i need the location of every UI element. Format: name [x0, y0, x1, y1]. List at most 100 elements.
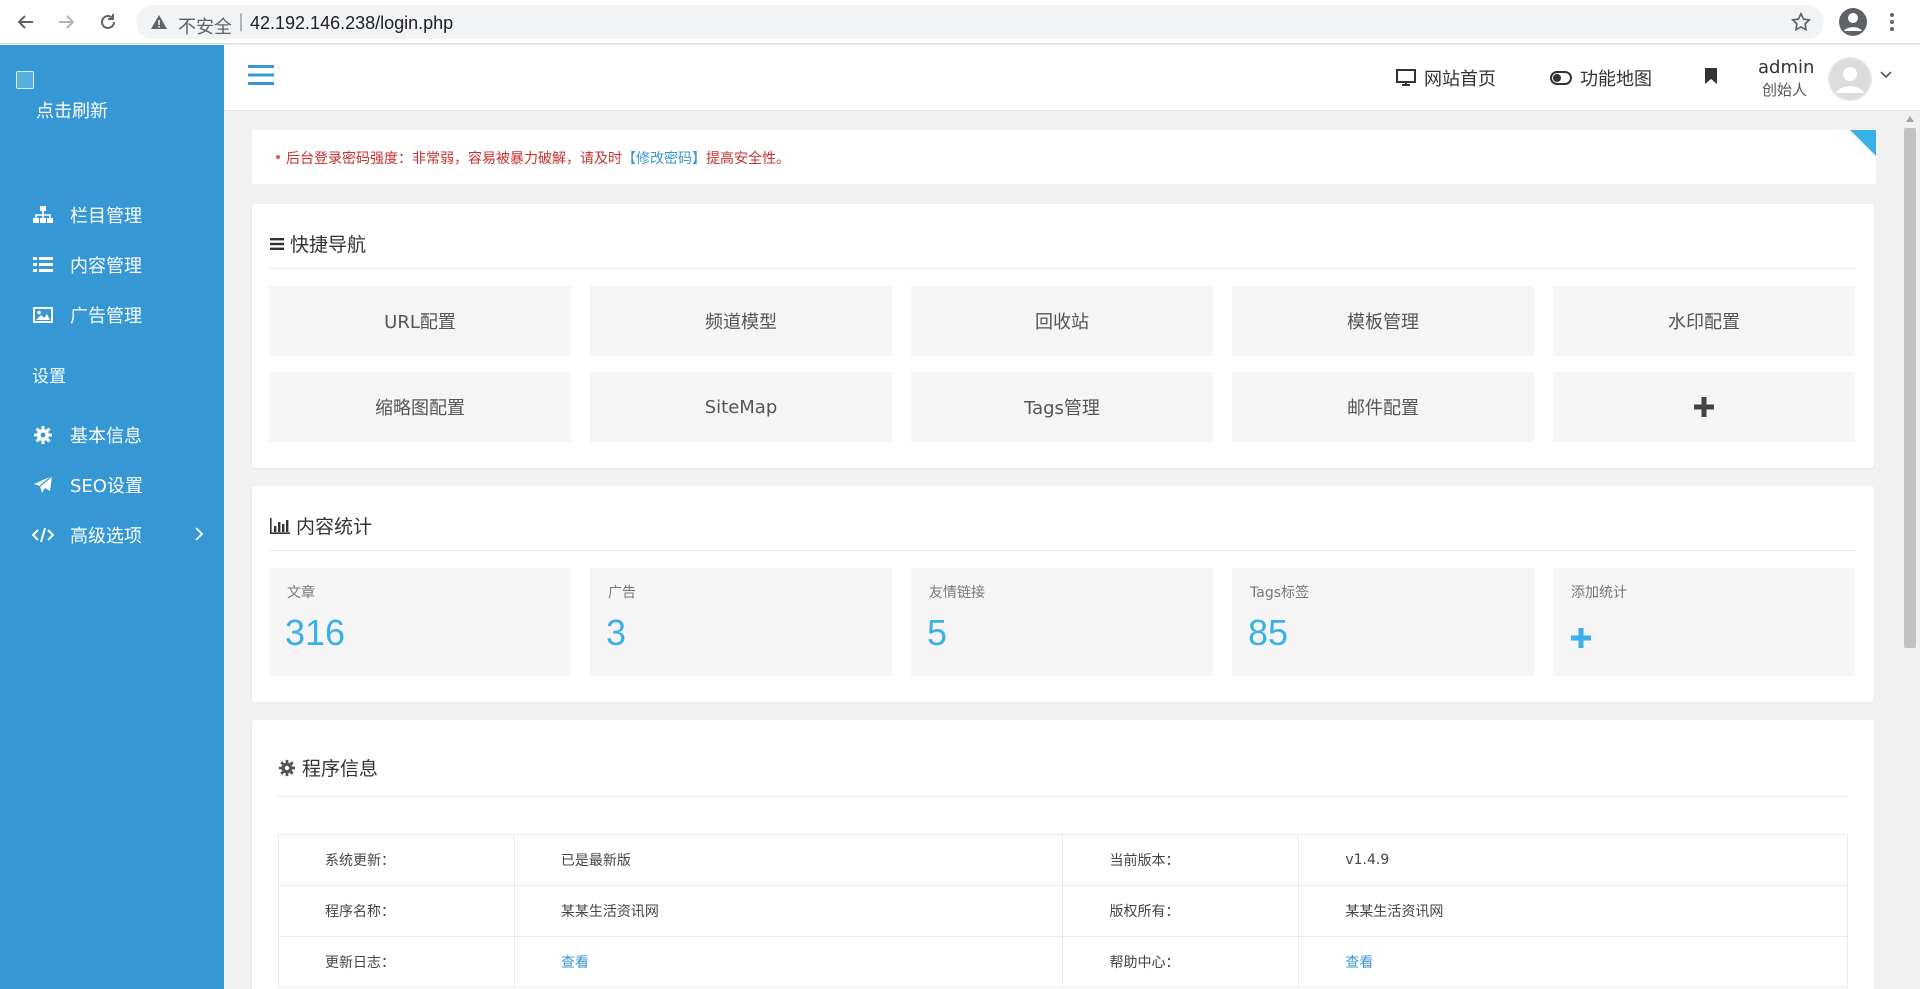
scroll-up-arrow-icon[interactable] — [1906, 116, 1914, 122]
gear-icon — [32, 424, 54, 446]
info-key: 程序名称： — [278, 885, 515, 937]
feature-map-link[interactable]: 功能地图 — [1550, 65, 1652, 91]
user-role: 创始人 — [1762, 81, 1808, 99]
quick-nav-tile[interactable]: 回收站 — [911, 286, 1213, 356]
insecure-label: 不安全 — [178, 17, 232, 37]
sidebar-item-content[interactable]: 内容管理 — [0, 243, 224, 287]
stat-value: 316 — [285, 612, 346, 653]
alert-prefix: 后台登录密码强度：非常弱，容易被暴力破解，请及时 — [286, 151, 622, 167]
code-icon — [32, 524, 54, 546]
stat-label: 添加统计 — [1571, 585, 1627, 601]
url-text[interactable]: 42.192.146.238/login.php — [250, 13, 453, 34]
user-avatar-icon — [1828, 57, 1872, 101]
sidebar-item-advanced[interactable]: 高级选项 — [0, 513, 224, 557]
more-menu-icon[interactable] — [1880, 10, 1904, 34]
forward-button[interactable] — [52, 8, 80, 36]
sidebar-item-ads[interactable]: 广告管理 — [0, 293, 224, 337]
info-value-cell: 查看 — [1298, 936, 1848, 988]
reload-icon — [101, 14, 115, 29]
quick-nav-tile[interactable]: 模板管理 — [1232, 286, 1534, 356]
alert-corner-badge — [1850, 130, 1876, 156]
alert-message: 后台登录密码强度：非常弱，容易被暴力破解，请及时【修改密码】提高安全性。 — [286, 148, 790, 168]
site-home-label: 网站首页 — [1424, 69, 1496, 90]
sidebar-item-seo[interactable]: SEO设置 — [0, 463, 224, 507]
main-content: 后台登录密码强度：非常弱，容易被暴力破解，请及时【修改密码】提高安全性。 快捷导… — [224, 112, 1896, 989]
program-info-table: 系统更新： 已是最新版 当前版本： v1.4.9 程序名称： 某某生活资讯网 版… — [278, 834, 1848, 988]
change-password-link[interactable]: 【修改密码】 — [622, 151, 706, 167]
toggle-icon — [1550, 71, 1572, 85]
alert-suffix: 提高安全性。 — [706, 151, 790, 167]
divider — [270, 550, 1856, 551]
quick-nav-tile[interactable]: URL配置 — [269, 286, 571, 356]
quick-nav-card: 快捷导航 URL配置 频道模型 回收站 模板管理 水印配置 缩略图配置 Site… — [252, 204, 1874, 468]
stat-label: 文章 — [287, 585, 315, 601]
logo-image[interactable] — [16, 71, 34, 89]
sidebar-section-settings: 设置 — [32, 367, 66, 387]
sidebar-item-label: 广告管理 — [70, 306, 142, 327]
stat-card-articles[interactable]: 文章 316 — [269, 568, 571, 676]
info-value: 已是最新版 — [513, 834, 1064, 886]
address-bar[interactable]: 不安全 | 42.192.146.238/login.php — [136, 5, 1824, 39]
stat-card-tags[interactable]: Tags标签 85 — [1232, 568, 1534, 676]
sidebar-item-category[interactable]: 栏目管理 — [0, 193, 224, 237]
info-value: v1.4.9 — [1298, 834, 1848, 886]
arrow-left-icon — [17, 15, 33, 29]
info-key: 当前版本： — [1062, 834, 1300, 886]
scrollbar-thumb[interactable] — [1904, 128, 1916, 648]
divider — [270, 268, 1856, 269]
logo-refresh-text[interactable]: 点击刷新 — [36, 97, 108, 123]
help-center-link[interactable]: 查看 — [1345, 955, 1373, 971]
program-info-title-text: 程序信息 — [302, 758, 379, 780]
stat-card-ads[interactable]: 广告 3 — [590, 568, 892, 676]
chevron-right-icon — [195, 527, 204, 541]
sidebar-item-label: 基本信息 — [70, 426, 142, 447]
back-button[interactable] — [12, 8, 40, 36]
sidebar-item-label: SEO设置 — [70, 476, 143, 497]
list-icon — [32, 254, 54, 276]
divider — [278, 796, 1848, 797]
add-quick-nav-button[interactable] — [1553, 372, 1855, 442]
plus-icon — [1571, 628, 1591, 648]
reload-button[interactable] — [94, 8, 122, 36]
sidebar-item-basic-info[interactable]: 基本信息 — [0, 413, 224, 457]
site-home-link[interactable]: 网站首页 — [1396, 65, 1496, 91]
user-name[interactable]: admin — [1758, 57, 1814, 78]
bars-icon — [270, 237, 284, 250]
quick-nav-tile[interactable]: 频道模型 — [590, 286, 892, 356]
browser-toolbar: 不安全 | 42.192.146.238/login.php — [0, 0, 1920, 44]
quick-nav-tile[interactable]: 邮件配置 — [1232, 372, 1534, 442]
quick-nav-tile[interactable]: 缩略图配置 — [269, 372, 571, 442]
monitor-icon — [1396, 69, 1416, 86]
sidebar-item-label: 高级选项 — [70, 526, 142, 547]
changelog-link[interactable]: 查看 — [561, 955, 589, 971]
add-stat-button[interactable]: 添加统计 — [1553, 568, 1855, 676]
avatar[interactable] — [1828, 57, 1872, 101]
arrow-right-icon — [59, 15, 75, 29]
quick-nav-tile[interactable]: 水印配置 — [1553, 286, 1855, 356]
warning-icon — [151, 15, 167, 29]
scrollbar[interactable] — [1900, 112, 1920, 989]
table-row: 系统更新： 已是最新版 当前版本： v1.4.9 — [278, 834, 1848, 886]
info-key: 系统更新： — [278, 834, 515, 886]
quick-nav-tile[interactable]: Tags管理 — [911, 372, 1213, 442]
chevron-down-icon[interactable] — [1880, 71, 1892, 79]
feature-map-label: 功能地图 — [1580, 69, 1652, 90]
sitemap-icon — [32, 204, 54, 226]
info-key: 版权所有： — [1062, 885, 1300, 937]
stat-label: 友情链接 — [929, 585, 985, 601]
bar-chart-icon — [270, 517, 290, 534]
hamburger-menu-icon[interactable] — [248, 64, 274, 86]
quick-nav-tile[interactable]: SiteMap — [590, 372, 892, 442]
quick-nav-title-text: 快捷导航 — [290, 234, 367, 256]
bookmark-star-icon[interactable] — [1790, 11, 1812, 33]
content-stats-title-text: 内容统计 — [296, 516, 373, 538]
top-header: 网站首页 功能地图 admin 创始人 — [224, 45, 1920, 111]
stat-card-links[interactable]: 友情链接 5 — [911, 568, 1213, 676]
bookmark-icon[interactable] — [1704, 67, 1718, 85]
content-stats-card: 内容统计 文章 316 广告 3 友情链接 5 Tags标签 85 添加统计 — [252, 486, 1874, 702]
profile-icon[interactable] — [1838, 7, 1868, 37]
table-row: 更新日志： 查看 帮助中心： 查看 — [278, 936, 1848, 988]
table-row: 程序名称： 某某生活资讯网 版权所有： 某某生活资讯网 — [278, 885, 1848, 937]
gear-icon — [278, 759, 296, 776]
sidebar-item-label: 栏目管理 — [70, 206, 142, 227]
